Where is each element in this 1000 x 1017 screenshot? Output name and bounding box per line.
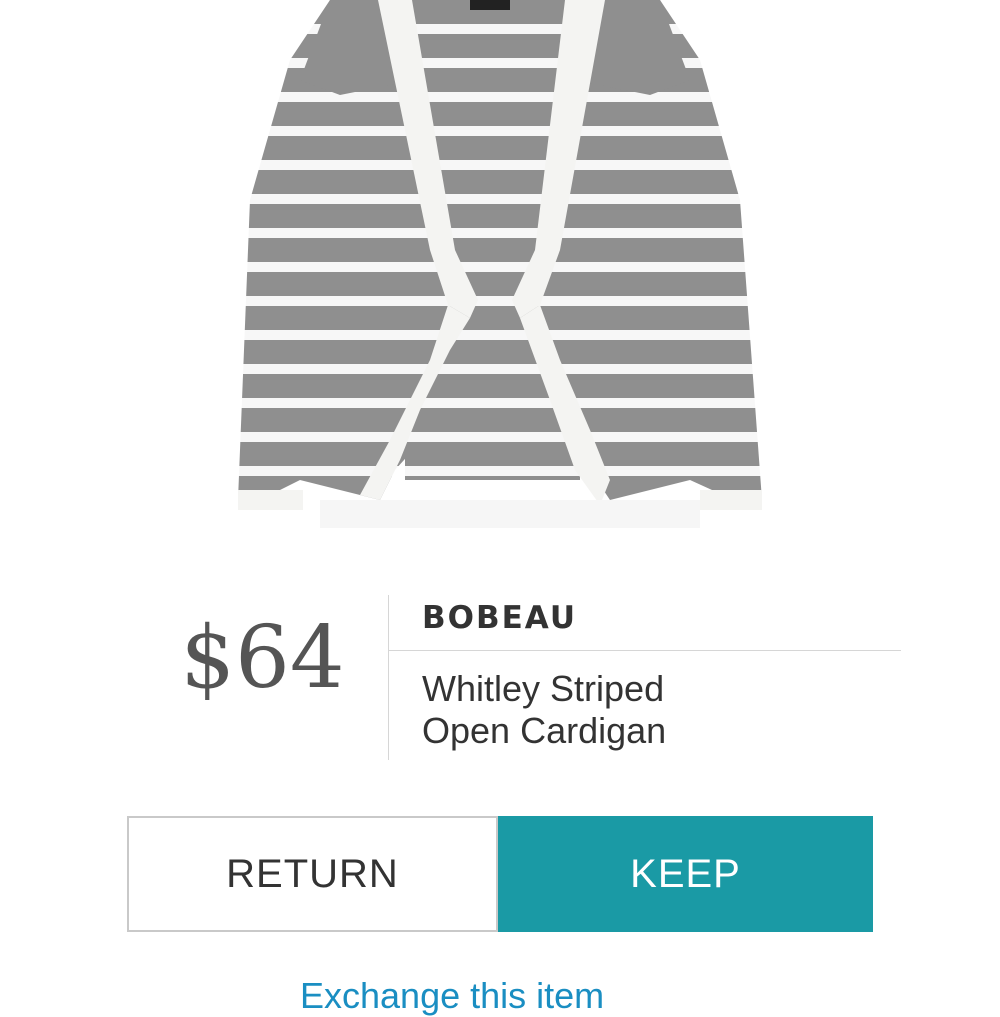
product-image xyxy=(0,0,1000,560)
brand-name: BOBEAU xyxy=(422,600,577,636)
keep-button[interactable]: KEEP xyxy=(498,816,873,932)
product-name: Whitley Striped Open Cardigan xyxy=(422,668,892,752)
exchange-link[interactable]: Exchange this item xyxy=(300,975,800,1017)
action-buttons: RETURN KEEP xyxy=(127,816,873,932)
price: $64 xyxy=(180,608,345,708)
product-name-line2: Open Cardigan xyxy=(422,710,667,751)
horizontal-divider xyxy=(389,650,901,651)
vertical-divider xyxy=(388,595,389,760)
return-button[interactable]: RETURN xyxy=(127,816,498,932)
product-name-line1: Whitley Striped xyxy=(422,668,665,709)
cardigan-illustration xyxy=(238,0,762,528)
